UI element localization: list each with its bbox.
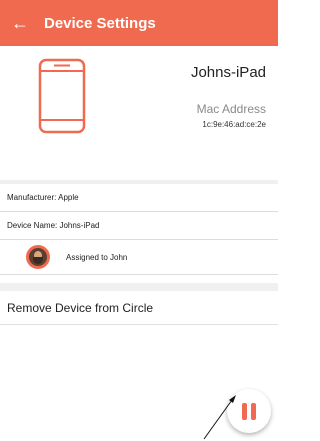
- avatar: [26, 245, 50, 269]
- assigned-user-row[interactable]: Assigned to John: [0, 240, 278, 275]
- avatar-photo: [29, 248, 47, 266]
- page-title: Device Settings: [44, 14, 156, 32]
- device-info-list: Manufacturer: Apple Device Name: Johns-i…: [0, 184, 278, 275]
- device-name-row: Device Name: Johns-iPad: [0, 212, 278, 240]
- section-divider: [0, 283, 278, 291]
- arrow-back-icon[interactable]: ←: [0, 0, 40, 46]
- manufacturer-row: Manufacturer: Apple: [0, 184, 278, 212]
- assigned-user-label: Assigned to John: [66, 252, 128, 262]
- phone-icon: [38, 58, 86, 134]
- remove-device-button[interactable]: Remove Device from Circle: [0, 291, 278, 325]
- device-card: Johns-iPad Mac Address 1c:9e:46:ad:ce:2e: [0, 46, 278, 180]
- device-name: Johns-iPad: [190, 64, 266, 81]
- mac-address-value: 1c:9e:46:ad:ce:2e: [202, 120, 266, 129]
- pointer-arrow-icon: [203, 395, 236, 440]
- mac-address-label: Mac Address: [196, 102, 266, 116]
- pause-icon: [242, 402, 247, 420]
- app-bar: ← Device Settings: [0, 0, 278, 46]
